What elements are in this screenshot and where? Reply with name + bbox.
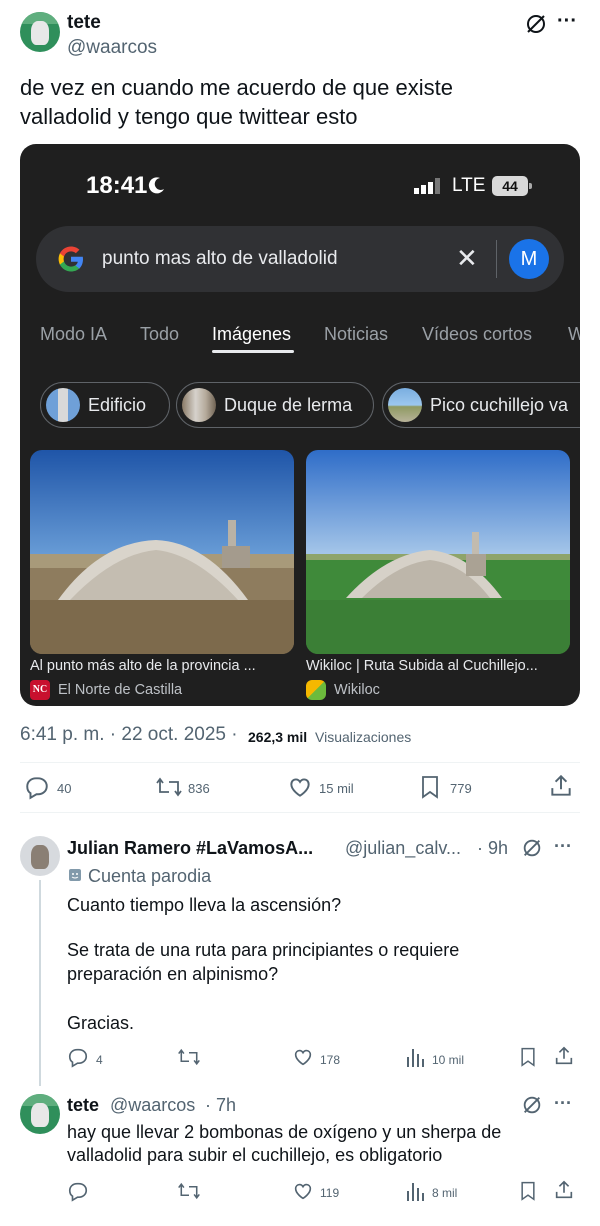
- views-count: 8 mil: [432, 1186, 458, 1200]
- like-count: 178: [320, 1053, 341, 1067]
- chip-edificio[interactable]: Edificio: [40, 382, 170, 428]
- search-tabs: Modo IA Todo Imágenes Noticias Vídeos co…: [20, 320, 580, 360]
- search-bar[interactable]: punto mas alto de valladolid ✕ M: [36, 226, 564, 292]
- view-count-label: Visualizaciones: [315, 729, 412, 745]
- share-icon[interactable]: [553, 1179, 575, 1201]
- retweet-count: 836: [188, 781, 210, 796]
- retweet-icon[interactable]: [177, 1046, 201, 1068]
- reply-count: 40: [57, 781, 72, 796]
- retweet-icon[interactable]: [155, 774, 183, 800]
- el-norte-de-castilla-icon: NC: [30, 680, 50, 700]
- search-input[interactable]: punto mas alto de valladolid: [102, 248, 338, 270]
- retweet-icon[interactable]: [177, 1180, 201, 1202]
- bookmark-icon[interactable]: [518, 1180, 538, 1202]
- account-avatar[interactable]: M: [509, 239, 549, 279]
- bookmark-count: 779: [450, 781, 472, 796]
- bookmark-icon[interactable]: [518, 1046, 538, 1068]
- wikiloc-icon: [306, 680, 326, 700]
- grok-icon[interactable]: [521, 1094, 543, 1116]
- more-options-icon[interactable]: ···: [554, 1093, 572, 1114]
- author-handle[interactable]: @waarcos: [67, 37, 157, 59]
- network-label: LTE: [452, 175, 486, 196]
- tab-modo-ia[interactable]: Modo IA: [40, 324, 107, 345]
- active-tab-indicator: [212, 350, 294, 353]
- view-count: 262,3 mil: [248, 729, 308, 745]
- reply-author-name[interactable]: Julian Ramero #LaVamosA...: [67, 838, 313, 859]
- views-icon[interactable]: [406, 1047, 426, 1067]
- battery-indicator: 44: [492, 176, 532, 196]
- divider: [496, 240, 497, 278]
- result-title-2[interactable]: Wikiloc | Ruta Subida al Cuchillejo...: [306, 658, 572, 674]
- more-options-icon[interactable]: ···: [554, 836, 572, 857]
- phone-clock: 18:41: [86, 172, 148, 199]
- avatar[interactable]: [20, 12, 60, 52]
- share-icon[interactable]: [548, 773, 574, 799]
- moon-icon: [148, 176, 166, 194]
- chip-pico-cuchillejo[interactable]: Pico cuchillejo va: [382, 382, 580, 428]
- chip-thumbnail: [182, 388, 216, 422]
- reply-text-line: Gracias.: [67, 1013, 135, 1033]
- result-image-2[interactable]: [306, 450, 570, 654]
- tab-imagenes[interactable]: Imágenes: [212, 324, 291, 345]
- tab-videos-cortos[interactable]: Vídeos cortos: [422, 324, 532, 345]
- reply-icon[interactable]: [67, 1046, 89, 1068]
- result-title-1[interactable]: Al punto más alto de la provincia ...: [30, 658, 296, 674]
- reply-text-line: valladolid para subir el cuchillejo, es …: [67, 1145, 443, 1165]
- reply-author-name[interactable]: tete: [67, 1095, 99, 1116]
- clear-search-icon[interactable]: ✕: [456, 243, 478, 274]
- google-logo-icon: [56, 244, 86, 274]
- tab-more[interactable]: W: [568, 324, 580, 345]
- like-icon[interactable]: [292, 1180, 314, 1202]
- attached-screenshot[interactable]: 18:41 LTE 44 punto mas alto de valladoli…: [20, 144, 580, 706]
- signal-icon: [414, 178, 444, 194]
- reply-author-handle[interactable]: @julian_calv...: [345, 838, 461, 859]
- parody-badge-icon: [68, 868, 82, 882]
- reply-text-line: Cuanto tiempo lleva la ascensión?: [67, 895, 342, 915]
- reply-author-handle[interactable]: @waarcos: [110, 1095, 195, 1116]
- like-count: 15 mil: [319, 781, 354, 796]
- avatar[interactable]: [20, 1094, 60, 1134]
- reply-time[interactable]: · 9h: [477, 838, 508, 859]
- parody-badge-label: Cuenta parodia: [88, 866, 212, 886]
- tweet-timestamp[interactable]: 6:41 p. m. · 22 oct. 2025 ·: [20, 724, 238, 746]
- divider: [20, 762, 580, 763]
- like-icon[interactable]: [292, 1046, 314, 1068]
- like-icon[interactable]: [287, 774, 313, 800]
- tweet-text-line-1: de vez en cuando me acuerdo de que exist…: [20, 75, 453, 100]
- chip-thumbnail: [46, 388, 80, 422]
- grok-icon[interactable]: [521, 837, 543, 859]
- divider: [20, 812, 580, 813]
- tab-noticias[interactable]: Noticias: [324, 324, 388, 345]
- bookmark-icon[interactable]: [418, 774, 442, 800]
- reply-text-line: Se trata de una ruta para principiantes …: [67, 940, 460, 960]
- chip-duque-de-lerma[interactable]: Duque de lerma: [176, 382, 374, 428]
- reply-time[interactable]: · 7h: [205, 1095, 236, 1116]
- result-source-1: El Norte de Castilla: [58, 682, 183, 698]
- tab-todo[interactable]: Todo: [140, 324, 179, 345]
- more-options-icon[interactable]: ···: [557, 10, 577, 33]
- result-image-1[interactable]: [30, 450, 294, 654]
- grok-icon[interactable]: [524, 12, 548, 36]
- views-icon[interactable]: [406, 1181, 426, 1201]
- tweet-text-line-2: valladolid y tengo que twittear esto: [20, 104, 358, 129]
- reply-icon[interactable]: [24, 774, 50, 800]
- reply-count: 4: [96, 1053, 103, 1067]
- chip-thumbnail: [388, 388, 422, 422]
- share-icon[interactable]: [553, 1045, 575, 1067]
- reply-text-line: preparación en alpinismo?: [67, 964, 279, 984]
- result-source-2: Wikiloc: [334, 682, 380, 698]
- thread-line: [39, 880, 41, 1086]
- reply-icon[interactable]: [67, 1180, 89, 1202]
- like-count: 119: [320, 1186, 340, 1200]
- reply-text-line: hay que llevar 2 bombonas de oxígeno y u…: [67, 1122, 502, 1142]
- views-count: 10 mil: [432, 1053, 465, 1067]
- author-name[interactable]: tete: [67, 12, 101, 34]
- avatar[interactable]: [20, 836, 60, 876]
